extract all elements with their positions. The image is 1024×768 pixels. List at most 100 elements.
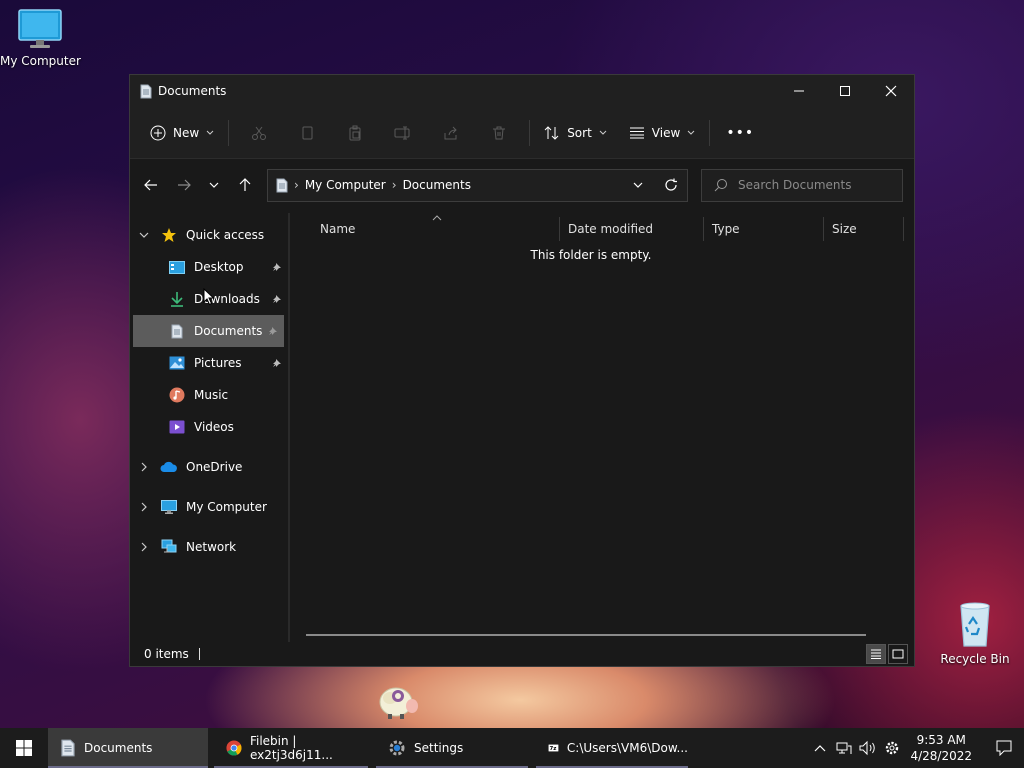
tiles-view-button[interactable] xyxy=(888,644,908,664)
sheep-mascot-icon xyxy=(376,680,420,720)
close-button[interactable] xyxy=(868,75,914,107)
start-button[interactable] xyxy=(0,728,48,768)
cloud-icon xyxy=(158,461,180,473)
rename-button[interactable] xyxy=(379,116,427,150)
explorer-body: Quick access Desktop Downloads Documents… xyxy=(130,211,914,642)
address-bar[interactable]: › My Computer › Documents xyxy=(267,168,688,202)
taskbar: Documents Filebin | ex2tj3d6j11... Setti… xyxy=(0,728,1024,768)
nav-network[interactable]: Network xyxy=(130,531,288,563)
refresh-icon xyxy=(664,178,677,191)
new-button[interactable]: New xyxy=(142,116,222,150)
search-icon xyxy=(714,179,727,192)
maximize-button[interactable] xyxy=(822,75,868,107)
network-tray-button[interactable] xyxy=(832,740,856,756)
toolbar-divider xyxy=(529,119,531,146)
taskbar-app-7zip[interactable]: 7z C:\Users\VM6\Dow... xyxy=(536,728,688,768)
network-icon xyxy=(836,742,852,754)
desktop-my-computer[interactable]: My Computer xyxy=(0,8,81,68)
navigation-bar: › My Computer › Documents Search Documen… xyxy=(130,159,914,211)
breadcrumb-my-computer[interactable]: My Computer xyxy=(305,178,386,192)
column-header-row: Name Date modified Type Size xyxy=(290,213,914,245)
details-view-button[interactable] xyxy=(866,644,886,664)
nav-item-documents[interactable]: Documents xyxy=(133,315,284,347)
address-history-button[interactable] xyxy=(621,170,654,201)
nav-my-computer[interactable]: My Computer xyxy=(130,491,288,523)
volume-button[interactable] xyxy=(856,740,880,756)
minimize-button[interactable] xyxy=(776,75,822,107)
speaker-icon xyxy=(859,740,876,756)
command-bar: New Sort View ••• xyxy=(130,107,914,159)
clock[interactable]: 9:53 AM 4/28/2022 xyxy=(910,732,972,764)
copy-button[interactable] xyxy=(283,116,331,150)
show-hidden-icons-button[interactable] xyxy=(808,744,832,752)
title-bar[interactable]: Documents xyxy=(130,75,914,107)
pin-icon xyxy=(272,294,282,304)
nav-item-music[interactable]: Music xyxy=(130,379,288,411)
rename-icon xyxy=(394,126,410,139)
taskbar-app-label: Filebin | ex2tj3d6j11... xyxy=(249,734,333,762)
cut-button[interactable] xyxy=(235,116,283,150)
nav-quick-access[interactable]: Quick access xyxy=(130,219,288,251)
up-button[interactable] xyxy=(228,169,261,201)
column-type[interactable]: Type xyxy=(704,213,824,245)
desktop-recycle-bin[interactable]: Recycle Bin xyxy=(935,602,1015,666)
column-name[interactable]: Name xyxy=(290,213,560,245)
maximize-icon xyxy=(840,86,850,96)
monitor-icon xyxy=(0,8,80,50)
copy-icon xyxy=(302,126,313,139)
paste-button[interactable] xyxy=(331,116,379,150)
taskbar-app-label: C:\Users\VM6\Dow... xyxy=(566,741,688,755)
monitor-icon xyxy=(158,500,180,514)
refresh-button[interactable] xyxy=(654,170,687,201)
nav-my-computer-label: My Computer xyxy=(186,500,267,514)
plus-circle-icon xyxy=(150,125,166,140)
nav-item-desktop[interactable]: Desktop xyxy=(130,251,288,283)
notification-button[interactable] xyxy=(984,740,1024,756)
view-button[interactable]: View xyxy=(621,116,703,150)
gear-icon xyxy=(886,741,899,755)
recent-locations-button[interactable] xyxy=(200,169,228,201)
notification-icon xyxy=(996,740,1012,756)
column-date-label: Date modified xyxy=(568,222,654,236)
chevron-down-icon xyxy=(599,130,607,135)
clock-time: 9:53 AM xyxy=(916,733,966,747)
documents-icon xyxy=(61,739,75,757)
back-button[interactable] xyxy=(134,169,167,201)
taskbar-app-explorer[interactable]: Documents xyxy=(48,728,208,768)
chevron-right-icon[interactable] xyxy=(130,462,158,472)
forward-button[interactable] xyxy=(167,169,200,201)
column-date-modified[interactable]: Date modified xyxy=(560,213,704,245)
chrome-icon xyxy=(226,740,242,756)
pictures-icon xyxy=(166,356,188,370)
nav-item-pictures[interactable]: Pictures xyxy=(130,347,288,379)
more-options-button[interactable]: ••• xyxy=(716,116,764,150)
sort-button[interactable]: Sort xyxy=(536,116,615,150)
gear-icon xyxy=(389,740,405,756)
delete-button[interactable] xyxy=(475,116,523,150)
share-button[interactable] xyxy=(427,116,475,150)
pin-icon xyxy=(272,262,282,272)
chevron-right-icon[interactable] xyxy=(130,502,158,512)
column-size[interactable]: Size xyxy=(824,213,904,245)
chevron-right-icon[interactable] xyxy=(130,542,158,552)
chevron-down-icon xyxy=(633,182,642,188)
horizontal-scrollbar[interactable] xyxy=(306,634,866,636)
documents-icon xyxy=(166,324,188,339)
taskbar-app-chrome[interactable]: Filebin | ex2tj3d6j11... xyxy=(214,728,368,768)
empty-folder-message: This folder is empty. xyxy=(530,248,652,262)
nav-onedrive[interactable]: OneDrive xyxy=(130,451,288,483)
column-name-label: Name xyxy=(320,222,356,236)
share-icon xyxy=(444,126,457,139)
view-label: View xyxy=(651,125,681,140)
taskbar-app-settings[interactable]: Settings xyxy=(376,728,528,768)
nav-item-videos[interactable]: Videos xyxy=(130,411,288,443)
clock-date: 4/28/2022 xyxy=(910,749,972,763)
settings-tray-button[interactable] xyxy=(880,740,904,756)
7zip-icon: 7z xyxy=(548,744,559,752)
breadcrumb-documents[interactable]: Documents xyxy=(403,178,471,192)
desktop-recycle-bin-label: Recycle Bin xyxy=(940,652,1010,666)
toolbar-divider xyxy=(228,119,230,146)
chevron-down-icon[interactable] xyxy=(130,232,158,238)
search-box[interactable]: Search Documents xyxy=(701,168,903,202)
nav-network-label: Network xyxy=(186,540,237,554)
